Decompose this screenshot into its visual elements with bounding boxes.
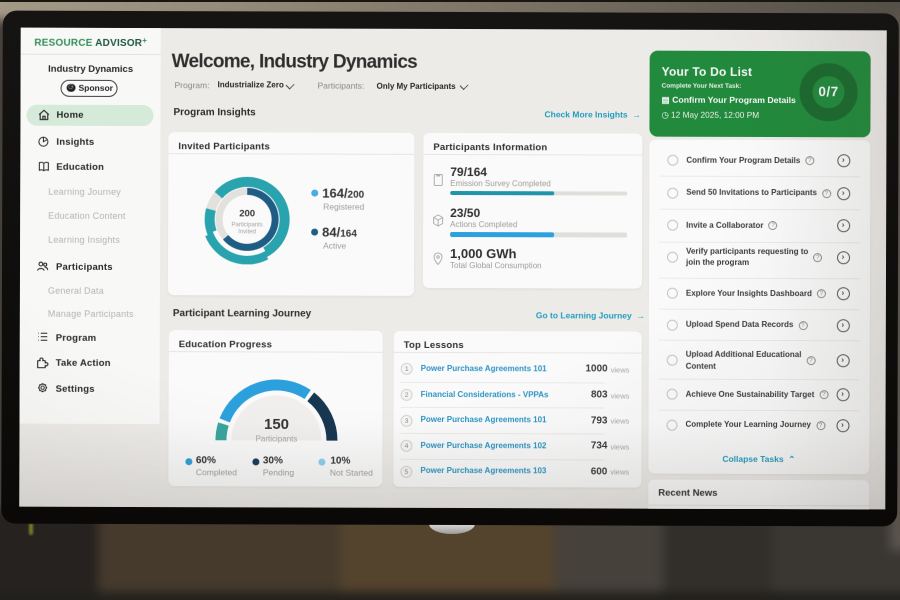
- svg-text:150: 150: [264, 415, 289, 432]
- svg-text:200: 200: [239, 208, 255, 219]
- svg-text:Participants: Participants: [256, 434, 298, 443]
- svg-text:Participants: Participants: [231, 222, 262, 228]
- svg-text:Invited: Invited: [238, 229, 256, 235]
